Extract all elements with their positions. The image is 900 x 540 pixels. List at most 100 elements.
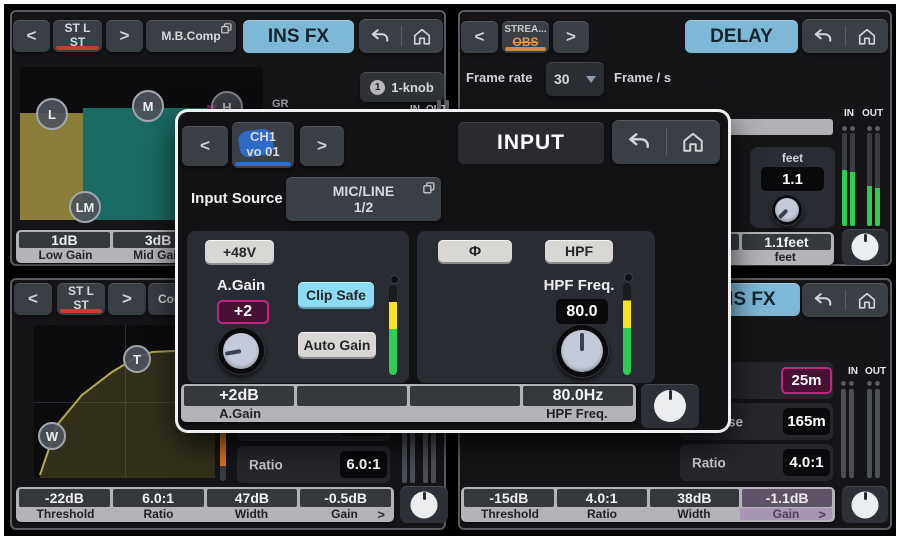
param-cell[interactable]: [297, 386, 407, 406]
home-icon: [681, 131, 705, 153]
out-meter: [875, 389, 880, 478]
again-cell[interactable]: +2dB: [184, 386, 294, 406]
channel-select-button[interactable]: STREA... OBS: [502, 21, 549, 53]
channel-select-button[interactable]: CH1 vo 01: [232, 122, 294, 168]
frame-unit-label: Frame / s: [614, 70, 671, 85]
again-label: A.Gain: [184, 406, 296, 421]
frame-rate-value: 30: [554, 71, 570, 87]
in-meter: [842, 133, 847, 226]
threshold-cell[interactable]: -15dB: [464, 489, 554, 507]
back-icon: [813, 28, 833, 45]
channel-name: ST L: [68, 285, 94, 299]
fx-preset-button[interactable]: M.B.Comp: [146, 20, 236, 52]
phantom-48v-button[interactable]: +48V: [205, 240, 274, 263]
auto-gain-button[interactable]: Auto Gain: [298, 332, 376, 357]
more-params-chevron-icon[interactable]: >: [377, 507, 385, 522]
nav-group: [802, 19, 888, 53]
back-icon: [627, 132, 651, 152]
param-cell[interactable]: [410, 386, 520, 406]
phase-button[interactable]: Φ: [438, 240, 512, 262]
back-icon: [370, 28, 390, 45]
head-amp-card: +48V A.Gain +2 Clip Safe Auto Gain: [187, 231, 409, 383]
attack-value-box[interactable]: 25m: [781, 367, 832, 394]
knob-pointer: [580, 333, 584, 351]
analog-gain-knob[interactable]: [217, 327, 265, 375]
width-label: Width: [648, 507, 740, 521]
one-knob-button[interactable]: 1 1-knob: [360, 72, 444, 102]
low-mid-crossover-handle[interactable]: LM: [69, 191, 101, 223]
channel-select-button[interactable]: ST L ST: [57, 283, 105, 315]
touch-and-turn-knob[interactable]: [842, 229, 888, 265]
hpf-freq-cell[interactable]: 80.0Hz: [523, 386, 633, 406]
release-value-box[interactable]: 165m: [783, 408, 830, 435]
input-source-line1: MIC/LINE: [333, 183, 394, 199]
width-cell[interactable]: 38dB: [650, 489, 740, 507]
input-level-meter: [389, 285, 397, 375]
clip-safe-button[interactable]: Clip Safe: [298, 282, 374, 307]
phase-hpf-card: Φ HPF HPF Freq. 80.0: [417, 231, 655, 383]
back-button[interactable]: [802, 19, 845, 53]
hpf-button[interactable]: HPF: [545, 240, 613, 262]
clip-led: [849, 381, 854, 386]
gain-cell-selected[interactable]: -1.1dB: [742, 489, 832, 507]
prev-channel-button[interactable]: <: [182, 126, 228, 166]
nav-group: [612, 120, 720, 164]
gr-meter-label: GR: [272, 98, 289, 110]
analog-gain-value-box[interactable]: +2: [217, 300, 269, 324]
channel-select-button[interactable]: ST L ST: [53, 20, 102, 52]
out-meter-label: OUT: [865, 366, 886, 377]
prev-channel-button[interactable]: <: [13, 20, 50, 52]
next-channel-button[interactable]: >: [553, 21, 589, 53]
home-button[interactable]: [667, 120, 721, 164]
input-dialog: < CH1 vo 01 > INPUT Input Source MIC/LIN…: [178, 112, 728, 430]
back-button[interactable]: [802, 283, 845, 317]
next-channel-button[interactable]: >: [106, 20, 143, 52]
input-source-button[interactable]: MIC/LINE 1/2: [286, 177, 441, 221]
analog-gain-label: A.Gain: [205, 277, 277, 294]
parameter-footer: -22dB 6.0:1 47dB -0.5dB Threshold Ratio …: [16, 487, 394, 522]
param-cell[interactable]: 1.1feet: [742, 234, 831, 250]
next-channel-button[interactable]: >: [300, 126, 344, 166]
width-cell[interactable]: 47dB: [207, 489, 298, 507]
prev-channel-button[interactable]: <: [461, 21, 498, 53]
hpf-freq-value-box[interactable]: 80.0: [556, 299, 608, 324]
home-button[interactable]: [846, 19, 889, 53]
home-button[interactable]: [846, 283, 889, 317]
knob-pointer: [423, 492, 426, 500]
threshold-handle[interactable]: T: [123, 345, 151, 373]
param-cell[interactable]: 1dB: [19, 232, 110, 248]
more-params-chevron-icon[interactable]: >: [818, 507, 826, 522]
screen-title-delay: DELAY: [685, 20, 798, 53]
feet-knob[interactable]: [771, 194, 803, 226]
ratio-cell[interactable]: 6.0:1: [113, 489, 204, 507]
ratio-value-box[interactable]: 6.0:1: [340, 451, 387, 478]
mid-band-handle[interactable]: M: [132, 90, 164, 122]
next-channel-button[interactable]: >: [108, 283, 146, 315]
back-button[interactable]: [612, 120, 666, 164]
out-meter-label: OUT: [862, 108, 883, 119]
nav-group: [359, 19, 443, 53]
threshold-cell[interactable]: -22dB: [19, 489, 110, 507]
ratio-cell[interactable]: 4.0:1: [557, 489, 647, 507]
dropdown-arrow-icon: [586, 76, 596, 83]
back-button[interactable]: [359, 19, 401, 53]
home-icon: [412, 27, 432, 46]
feet-value-box[interactable]: 1.1: [761, 167, 824, 191]
touch-and-turn-knob[interactable]: [400, 486, 448, 523]
dialog-title-input: INPUT: [458, 122, 604, 164]
frame-rate-dropdown[interactable]: 30: [546, 62, 604, 96]
touch-and-turn-knob[interactable]: [842, 486, 888, 523]
ratio-value-box[interactable]: 4.0:1: [783, 449, 830, 476]
width-handle[interactable]: W: [38, 422, 66, 450]
knob-pointer: [864, 234, 867, 242]
parameter-footer: +2dB 80.0Hz A.Gain HPF Freq.: [181, 384, 636, 422]
home-button[interactable]: [402, 19, 444, 53]
touch-and-turn-knob[interactable]: [641, 384, 699, 428]
mixer-screen: < ST L ST > M.B.Comp INS FX L M H LM GR …: [0, 0, 900, 540]
low-band-handle[interactable]: L: [36, 98, 68, 130]
hpf-freq-knob[interactable]: [555, 324, 609, 378]
prev-channel-button[interactable]: <: [14, 283, 52, 315]
input-source-line2: 1/2: [354, 199, 373, 215]
screen-title-insfx: INS FX: [243, 20, 354, 53]
gain-cell[interactable]: -0.5dB: [300, 489, 391, 507]
